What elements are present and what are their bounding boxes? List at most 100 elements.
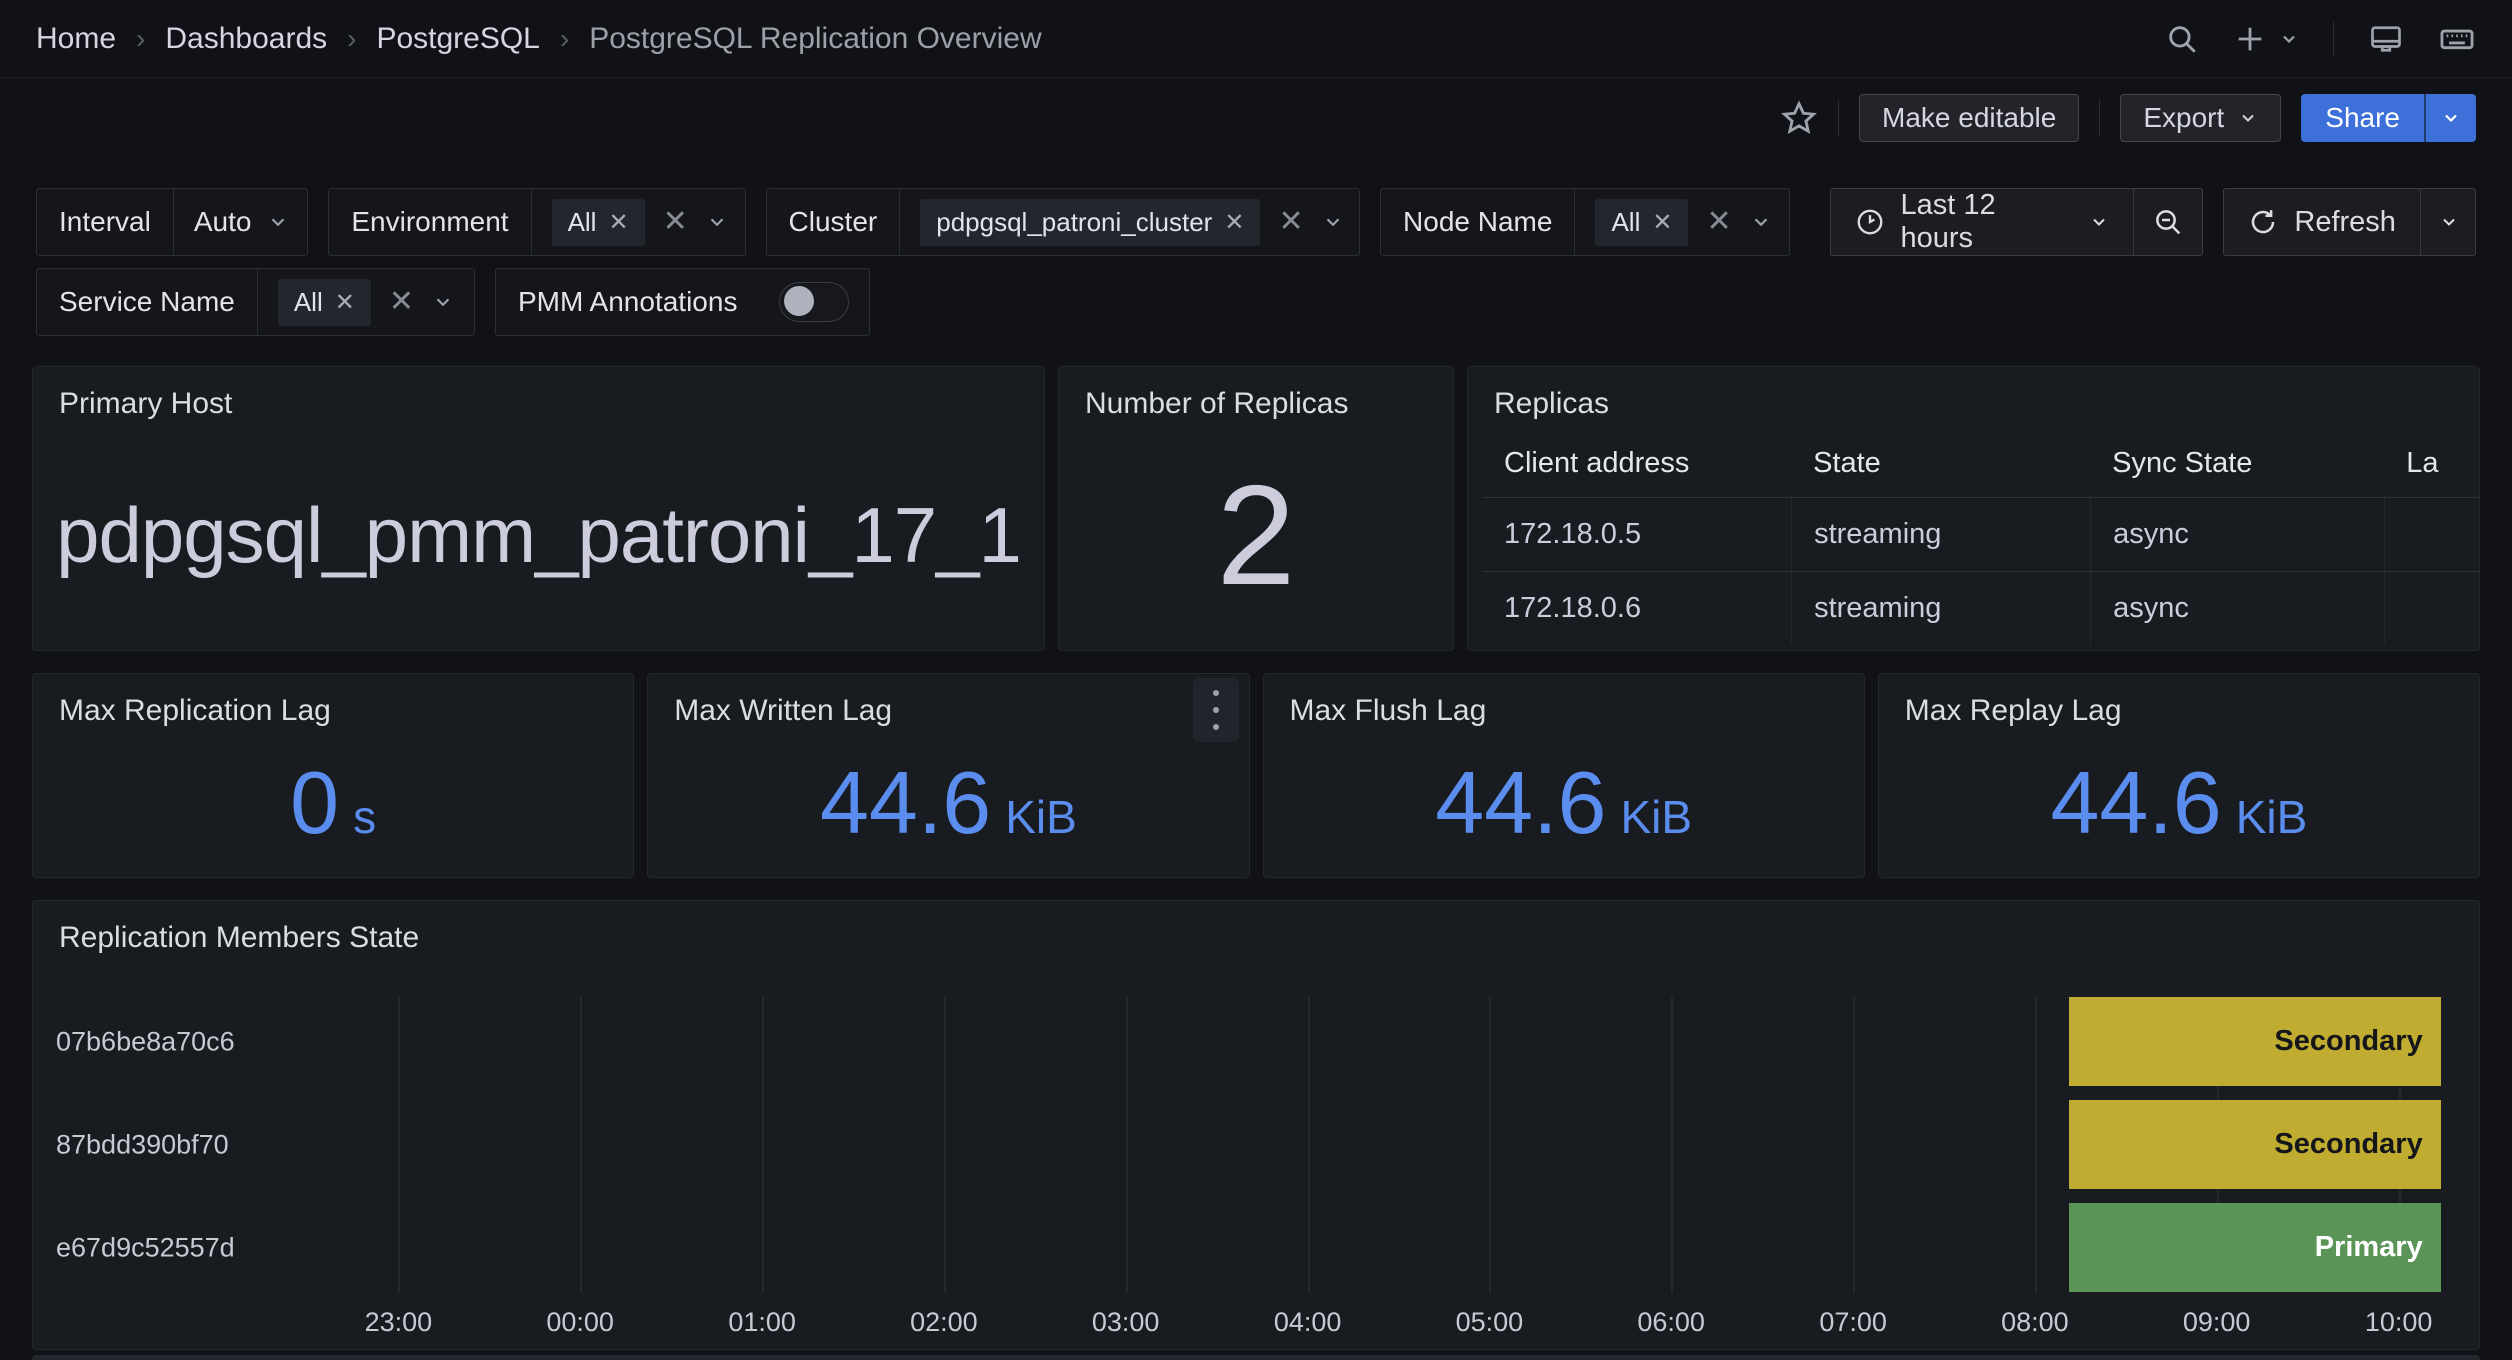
column-header-sync-state[interactable]: Sync State — [2090, 429, 2384, 497]
panel-title[interactable]: Max Replication Lag — [33, 674, 633, 728]
dashboard-filters: Interval Auto Environment All ✕ ✕ — [0, 158, 2512, 336]
breadcrumb-dashboards[interactable]: Dashboards — [165, 22, 327, 56]
clear-icon[interactable]: ✕ — [387, 287, 416, 317]
chip-remove-icon[interactable]: ✕ — [608, 208, 628, 237]
interval-select[interactable]: Auto — [174, 189, 309, 255]
timeline-bar-state-label: Secondary — [2274, 1128, 2440, 1161]
search-icon[interactable] — [2165, 22, 2199, 56]
panel-title[interactable]: Max Replay Lag — [1879, 674, 2479, 728]
clear-icon[interactable]: ✕ — [1704, 207, 1733, 237]
x-tick-label: 10:00 — [2365, 1307, 2433, 1338]
x-tick-label: 02:00 — [910, 1307, 978, 1338]
make-editable-button[interactable]: Make editable — [1859, 94, 2079, 142]
x-tick-label: 05:00 — [1456, 1307, 1524, 1338]
panel-title[interactable]: Replicas — [1468, 367, 2479, 421]
pmm-annotations-toggle-wrap — [759, 269, 869, 335]
keyboard-icon[interactable] — [2438, 20, 2476, 58]
chip-remove-icon[interactable]: ✕ — [335, 288, 355, 317]
stat-value: 0 — [290, 759, 339, 847]
service-name-filter: Service Name All ✕ ✕ — [36, 268, 475, 336]
node-name-select[interactable]: All ✕ ✕ — [1575, 189, 1789, 255]
share-button[interactable]: Share — [2301, 94, 2424, 142]
table-row: 172.18.0.6 streaming async — [1482, 571, 2479, 645]
node-name-chip[interactable]: All ✕ — [1595, 199, 1688, 246]
panel-title[interactable]: Max Flush Lag — [1264, 674, 1864, 728]
x-tick-label: 23:00 — [365, 1307, 433, 1338]
chip-remove-icon[interactable]: ✕ — [1652, 208, 1672, 237]
chevron-down-icon — [1322, 211, 1344, 233]
environment-chip[interactable]: All ✕ — [552, 199, 645, 246]
refresh-button[interactable]: Refresh — [2224, 189, 2420, 255]
export-button[interactable]: Export — [2120, 94, 2281, 142]
clear-icon[interactable]: ✕ — [661, 207, 690, 237]
panel-menu-button[interactable] — [1193, 678, 1239, 742]
time-range-button[interactable]: Last 12 hours — [1831, 189, 2134, 255]
pmm-annotations-toggle[interactable] — [779, 282, 849, 322]
panel-title[interactable]: Primary Host — [33, 367, 1044, 421]
chip-remove-icon[interactable]: ✕ — [1224, 208, 1244, 237]
toolbar-divider — [1838, 100, 1839, 136]
cell-client-address: 172.18.0.5 — [1482, 498, 1791, 571]
replicas-table: Client address State Sync State La 172.1… — [1468, 429, 2479, 650]
timeline-row: 07b6be8a70c6 Secondary — [262, 997, 2444, 1086]
max-replay-lag-panel: Max Replay Lag 44.6 KiB — [1878, 673, 2480, 878]
top-nav: Home › Dashboards › PostgreSQL › Postgre… — [0, 0, 2512, 78]
cell-state: streaming — [1791, 498, 2090, 571]
clear-icon[interactable]: ✕ — [1276, 207, 1305, 237]
primary-host-value: pdpgsql_pmm_patroni_17_1 — [56, 490, 1021, 581]
breadcrumb: Home › Dashboards › PostgreSQL › Postgre… — [36, 22, 1042, 56]
panel-title[interactable]: Max Written Lag — [648, 674, 1248, 728]
zoom-out-icon — [2152, 206, 2184, 238]
x-tick-label: 09:00 — [2183, 1307, 2251, 1338]
pmm-annotations-label: PMM Annotations — [496, 269, 759, 335]
table-row: 172.18.0.5 streaming async — [1482, 497, 2479, 571]
column-header-state[interactable]: State — [1791, 429, 2090, 497]
panel-title[interactable]: Number of Replicas — [1059, 367, 1453, 421]
pmm-annotations-control: PMM Annotations — [495, 268, 870, 336]
x-tick-label: 01:00 — [728, 1307, 796, 1338]
cell-lag — [2384, 572, 2479, 645]
environment-chip-label: All — [568, 207, 597, 238]
timeline-bar-state-label: Primary — [2315, 1231, 2441, 1264]
refresh-interval-dropdown[interactable] — [2420, 189, 2476, 255]
share-dropdown-button[interactable] — [2424, 94, 2476, 142]
replicas-panel: Replicas Client address State Sync State… — [1467, 366, 2480, 651]
timeline-bar: Secondary — [2069, 1100, 2441, 1189]
x-tick-label: 06:00 — [1637, 1307, 1705, 1338]
timeline-row: 87bdd390bf70 Secondary — [262, 1100, 2444, 1189]
clock-icon — [1855, 207, 1885, 237]
cell-client-address: 172.18.0.6 — [1482, 572, 1791, 645]
next-panel-row-edge — [32, 1355, 2480, 1360]
panel-title[interactable]: Replication Members State — [33, 901, 2479, 955]
breadcrumb-separator: › — [136, 23, 145, 55]
timeline-bar: Secondary — [2069, 997, 2441, 1086]
refresh-icon — [2248, 207, 2278, 237]
stat-value: 44.6 — [2050, 759, 2221, 847]
stat-unit: KiB — [1620, 790, 1692, 844]
chevron-down-icon — [267, 211, 289, 233]
stat-unit: s — [353, 790, 376, 844]
refresh-label: Refresh — [2294, 206, 2396, 239]
zoom-out-time-button[interactable] — [2133, 189, 2202, 255]
replica-count-value: 2 — [1217, 465, 1296, 607]
service-name-select[interactable]: All ✕ ✕ — [258, 269, 474, 335]
replicas-table-body: 172.18.0.5 streaming async 172.18.0.6 st… — [1482, 497, 2479, 645]
node-name-filter: Node Name All ✕ ✕ — [1380, 188, 1789, 256]
cluster-chip[interactable]: pdpgsql_patroni_cluster ✕ — [920, 199, 1260, 246]
export-button-label: Export — [2143, 102, 2224, 134]
cell-lag — [2384, 498, 2479, 571]
new-dashboard-button[interactable] — [2233, 22, 2299, 56]
monitor-icon[interactable] — [2368, 21, 2404, 57]
stat-unit: KiB — [1005, 790, 1077, 844]
star-icon[interactable] — [1780, 99, 1818, 137]
environment-select[interactable]: All ✕ ✕ — [532, 189, 746, 255]
breadcrumb-separator: › — [347, 23, 356, 55]
cluster-select[interactable]: pdpgsql_patroni_cluster ✕ ✕ — [900, 189, 1360, 255]
cluster-filter: Cluster pdpgsql_patroni_cluster ✕ ✕ — [766, 188, 1361, 256]
breadcrumb-home[interactable]: Home — [36, 22, 116, 56]
breadcrumb-postgresql[interactable]: PostgreSQL — [376, 22, 539, 56]
column-header-lag[interactable]: La — [2384, 429, 2479, 497]
column-header-client-address[interactable]: Client address — [1482, 429, 1791, 497]
service-name-chip[interactable]: All ✕ — [278, 279, 371, 326]
time-range-label: Last 12 hours — [1901, 189, 2074, 255]
